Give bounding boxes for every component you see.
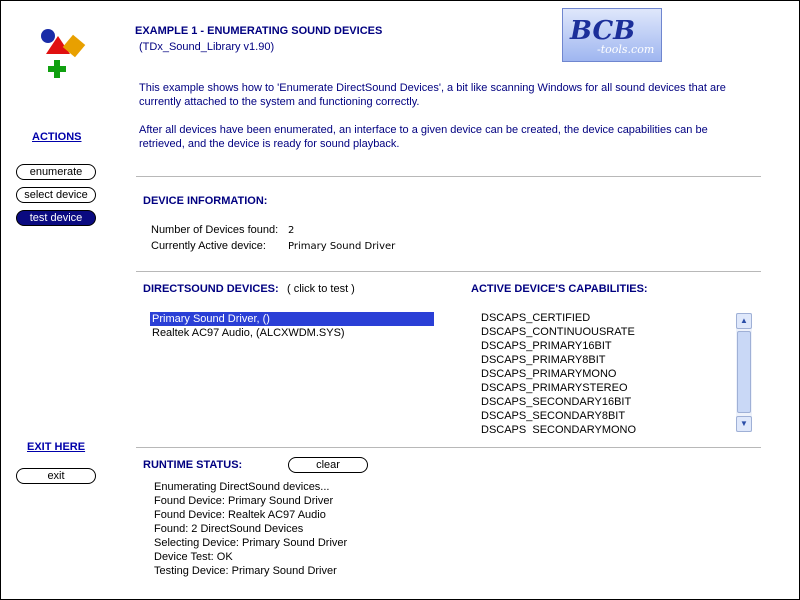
intro-line: retrieved, and the device is ready for s…	[139, 138, 400, 150]
list-item[interactable]: Primary Sound Driver, ()	[150, 312, 434, 326]
intro-paragraph-2: After all devices have been enumerated, …	[139, 123, 759, 151]
status-line: Found Device: Primary Sound Driver	[154, 495, 334, 507]
exit-here-link[interactable]: EXIT HERE	[27, 441, 85, 453]
shapes-logo-icon	[36, 24, 96, 84]
intro-line: This example shows how to 'Enumerate Dir…	[139, 82, 726, 94]
actions-link[interactable]: ACTIONS	[32, 131, 82, 143]
status-line: Testing Device: Primary Sound Driver	[154, 565, 337, 577]
devices-hint: ( click to test )	[287, 283, 355, 295]
list-item: DSCAPS_PRIMARYMONO	[481, 368, 617, 380]
list-item: DSCAPS_PRIMARYSTEREO	[481, 382, 628, 394]
scroll-up-arrow-icon[interactable]: ▲	[736, 313, 752, 329]
page-subtitle: (TDx_Sound_Library v1.90)	[139, 41, 275, 53]
enumerate-button[interactable]: enumerate	[16, 164, 96, 180]
list-item: DSCAPS_PRIMARY16BIT	[481, 340, 612, 352]
exit-button[interactable]: exit	[16, 468, 96, 484]
clear-button[interactable]: clear	[288, 457, 368, 473]
runtime-status-heading: RUNTIME STATUS:	[143, 459, 243, 471]
status-line: Enumerating DirectSound devices...	[154, 481, 330, 493]
intro-paragraph-1: This example shows how to 'Enumerate Dir…	[139, 81, 759, 109]
divider	[136, 176, 761, 177]
runtime-status-log: Enumerating DirectSound devices... Found…	[154, 480, 554, 578]
list-item: DSCAPS_PRIMARY8BIT	[481, 354, 606, 366]
capabilities-list[interactable]: DSCAPS_CERTIFIED DSCAPS_CONTINUOUSRATE D…	[478, 311, 752, 433]
capabilities-heading: ACTIVE DEVICE'S CAPABILITIES:	[471, 283, 648, 295]
list-item: DSCAPS_SECONDARYMONO	[481, 424, 637, 433]
list-item[interactable]: Realtek AC97 Audio, (ALCXWDM.SYS)	[150, 326, 434, 340]
devices-list[interactable]: Primary Sound Driver, () Realtek AC97 Au…	[150, 312, 434, 340]
list-item: DSCAPS_SECONDARY8BIT	[481, 410, 626, 422]
scrollbar-thumb[interactable]	[737, 331, 751, 413]
status-line: Selecting Device: Primary Sound Driver	[154, 537, 348, 549]
intro-line: currently attached to the system and fun…	[139, 96, 420, 108]
active-device-value: Primary Sound Driver	[288, 241, 396, 252]
bcb-tools-logo: BCB -tools.com	[562, 8, 662, 62]
status-line: Found Device: Realtek AC97 Audio	[154, 509, 326, 521]
intro-line: After all devices have been enumerated, …	[139, 124, 708, 136]
capabilities-scrollbar[interactable]: ▲ ▼	[736, 313, 752, 432]
select-device-button[interactable]: select device	[16, 187, 96, 203]
device-info-heading: DEVICE INFORMATION:	[143, 195, 268, 207]
divider	[136, 447, 761, 448]
status-line: Found: 2 DirectSound Devices	[154, 523, 304, 535]
list-item: DSCAPS_CONTINUOUSRATE	[481, 326, 635, 338]
status-line: Device Test: OK	[154, 551, 233, 563]
page-title: EXAMPLE 1 - ENUMERATING SOUND DEVICES	[135, 25, 383, 37]
device-count-label: Number of Devices found:	[151, 224, 279, 236]
active-device-label: Currently Active device:	[151, 240, 266, 252]
scroll-down-arrow-icon[interactable]: ▼	[736, 416, 752, 432]
test-device-button[interactable]: test device	[16, 210, 96, 226]
list-item: DSCAPS_CERTIFIED	[481, 312, 591, 324]
device-count-value: 2	[288, 225, 295, 236]
list-item: DSCAPS_SECONDARY16BIT	[481, 396, 632, 408]
divider	[136, 271, 761, 272]
svg-text:BCB: BCB	[569, 16, 635, 46]
svg-text:-tools.com: -tools.com	[597, 43, 654, 56]
devices-heading: DIRECTSOUND DEVICES:	[143, 283, 279, 295]
